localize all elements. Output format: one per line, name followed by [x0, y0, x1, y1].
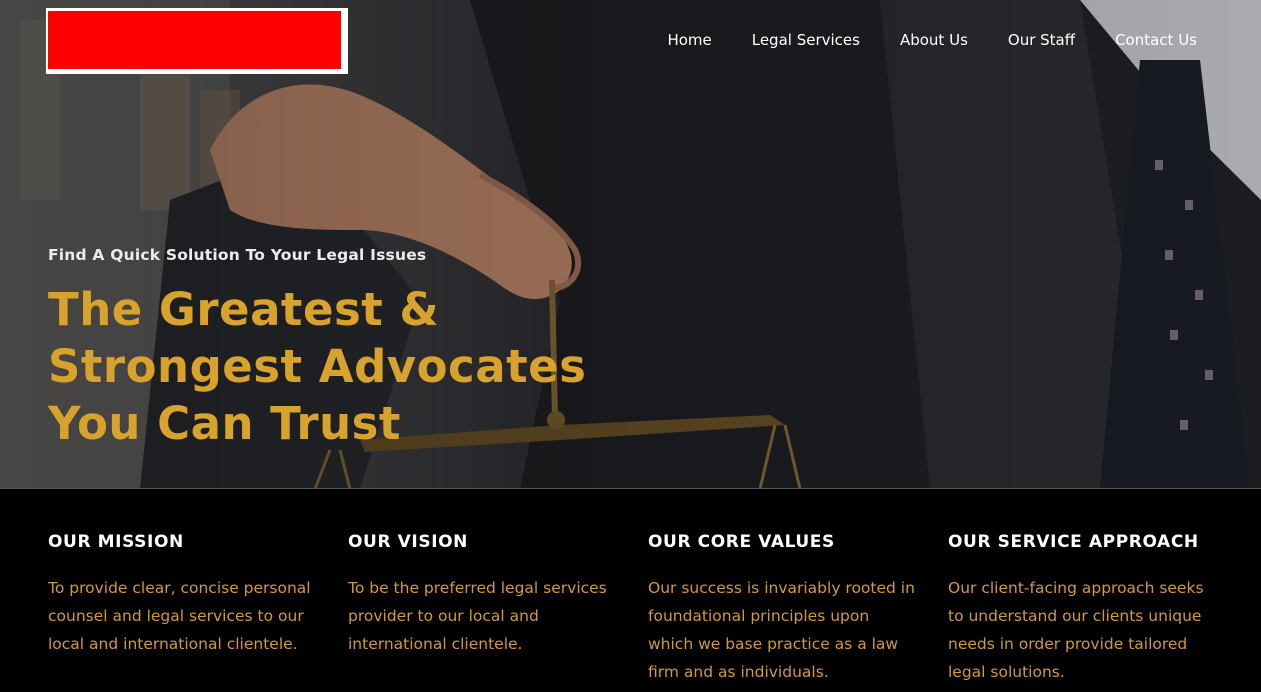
mission-title: OUR MISSION [48, 532, 184, 552]
hero-tagline: Find A Quick Solution To Your Legal Issu… [48, 246, 427, 264]
service-approach-title: OUR SERVICE APPROACH [948, 532, 1199, 552]
nav-item-legal-services[interactable]: Legal Services [752, 31, 860, 50]
hero-section: Home Legal Services About Us Our Staff C… [0, 0, 1261, 489]
vision-title: OUR VISION [348, 532, 468, 552]
values-section: OUR MISSION To provide clear, concise pe… [0, 489, 1261, 692]
hero-text: Find A Quick Solution To Your Legal Issu… [48, 246, 688, 452]
core-values-text: Our success is invariably rooted in foun… [648, 579, 915, 681]
main-nav: Home Legal Services About Us Our Staff C… [667, 31, 1197, 50]
vision-text: To be the preferred legal services provi… [348, 579, 607, 653]
core-values-title: OUR CORE VALUES [648, 532, 835, 552]
nav-item-about-us[interactable]: About Us [900, 31, 968, 50]
nav-item-contact-us[interactable]: Contact Us [1115, 31, 1197, 50]
service-approach-column: OUR SERVICE APPROACH Our client-facing a… [948, 532, 1218, 686]
logo[interactable] [46, 8, 348, 74]
hero-headline: The Greatest & Strongest Advocates You C… [48, 283, 587, 450]
service-approach-text: Our client-facing approach seeks to unde… [948, 579, 1204, 681]
mission-text: To provide clear, concise personal couns… [48, 579, 311, 653]
nav-item-our-staff[interactable]: Our Staff [1008, 31, 1075, 50]
vision-column: OUR VISION To be the preferred legal ser… [348, 532, 623, 658]
core-values-column: OUR CORE VALUES Our success is invariabl… [648, 532, 918, 686]
nav-item-home[interactable]: Home [667, 31, 711, 50]
logo-placeholder [48, 11, 341, 69]
mission-column: OUR MISSION To provide clear, concise pe… [48, 532, 323, 658]
